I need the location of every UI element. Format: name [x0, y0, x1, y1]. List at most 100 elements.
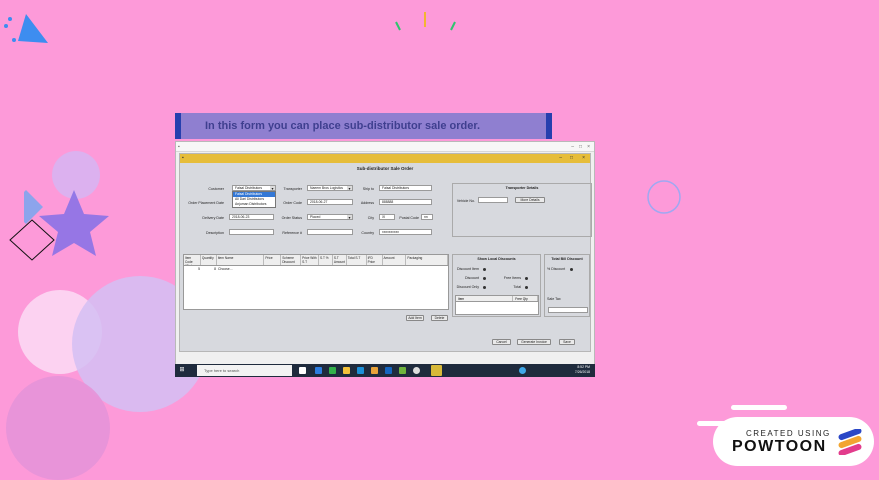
table-cell[interactable]: Choose...: [217, 266, 265, 272]
description-label: Description: [206, 231, 224, 235]
address-field[interactable]: 888888: [379, 199, 432, 205]
free-items-table: Item Free Qty: [455, 295, 539, 315]
diamond-decoration: [8, 218, 58, 262]
table-header-cell: Quantity: [201, 255, 217, 265]
description-field[interactable]: [229, 229, 274, 235]
table-header-cell: Item: [456, 296, 514, 301]
table-header-cell: Free Qty: [513, 296, 538, 301]
app-icon[interactable]: [399, 367, 406, 374]
chrome-icon[interactable]: [329, 367, 336, 374]
order-code-label: Order Code: [283, 201, 302, 205]
windows-start-icon[interactable]: ⊞: [178, 366, 186, 375]
form-close-icon[interactable]: ×: [582, 155, 585, 161]
file-explorer-icon[interactable]: [343, 367, 350, 374]
add-item-button[interactable]: Add Item: [406, 315, 424, 321]
order-items-table: Item Code (Qty) Quantity Item Name Price…: [183, 254, 449, 310]
java-app-icon[interactable]: [431, 365, 442, 376]
ring-decoration: [646, 179, 682, 215]
form-icon: ▪: [182, 155, 184, 161]
address-label: Address: [360, 201, 374, 205]
customer-option[interactable]: Anjuman Distributors: [233, 202, 275, 207]
city-label: City: [367, 216, 374, 220]
table-header-cell: Item Code (Qty): [184, 255, 201, 265]
total-radio[interactable]: [525, 286, 528, 289]
maximize-icon[interactable]: □: [579, 144, 582, 150]
discount-option-radio[interactable]: [483, 277, 486, 280]
table-cell[interactable]: 8: [201, 266, 217, 272]
table-header-cell: S.T Amount: [333, 255, 347, 265]
more-details-button[interactable]: More Details: [515, 197, 545, 203]
percent-discount-label: % Discount: [547, 267, 566, 271]
firefox-icon[interactable]: [371, 367, 378, 374]
sale-order-form: ▪ – □ × Sub-distributor Sale Order Custo…: [179, 153, 592, 352]
transporter-details-group: Transporter Details Vehicle No. More Det…: [452, 183, 592, 237]
ship-to-field[interactable]: Faisal Distributors: [379, 185, 432, 191]
taskbar: ⊞ Type here to search 8:52 PM 7/26/2018: [175, 364, 595, 377]
dots-decoration: [2, 14, 22, 44]
save-button[interactable]: Save: [559, 339, 575, 345]
close-icon[interactable]: ×: [587, 144, 590, 150]
table-row[interactable]: 5 8 Choose...: [184, 266, 448, 272]
order-status-select[interactable]: Placed: [307, 214, 353, 220]
app-window: ▪ – □ × ▪ – □ × Sub-distributor Sale Ord…: [175, 141, 595, 377]
generate-invoice-button[interactable]: Generate Invoice: [517, 339, 551, 345]
vehicle-no-field[interactable]: [478, 197, 508, 203]
settings-icon[interactable]: [413, 367, 420, 374]
table-header-cell: Packaging: [406, 255, 449, 265]
table-header-cell: Amount: [383, 255, 407, 265]
free-items-radio[interactable]: [525, 277, 528, 280]
form-title: Sub-distributor Sale Order: [356, 166, 414, 171]
form-minimize-icon[interactable]: –: [559, 155, 562, 161]
task-view-icon[interactable]: [299, 367, 306, 374]
local-discounts-title: Show Local Discounts: [477, 257, 516, 261]
powtoon-badge[interactable]: CREATED USING POWTOON: [713, 417, 874, 466]
table-header-cell: Scheme Discount: [281, 255, 302, 265]
delete-button[interactable]: Delete: [431, 315, 448, 321]
streak-decoration: [731, 405, 787, 410]
discount-option-radio[interactable]: [483, 286, 486, 289]
table-header-cell: Total S.T: [347, 255, 367, 265]
form-title-bar: ▪ – □ ×: [180, 154, 590, 163]
table-header-cell: Item Name: [217, 255, 265, 265]
transporter-select[interactable]: Naeem Bros Logistics: [307, 185, 353, 191]
discount-option-label: Discount: [465, 276, 479, 280]
reference-label: Reference #: [282, 231, 302, 235]
form-restore-icon[interactable]: □: [570, 155, 573, 161]
reference-field[interactable]: [307, 229, 353, 235]
store-icon[interactable]: [357, 367, 364, 374]
country-label: Country: [361, 231, 374, 235]
postal-code-field[interactable]: nn: [421, 214, 433, 220]
free-items-label: Free Items: [503, 276, 521, 280]
vehicle-no-label: Vehicle No.: [456, 199, 475, 203]
total-label: Total: [513, 285, 521, 289]
transporter-details-title: Transporter Details: [505, 186, 539, 190]
order-placement-date-label: Order Placement Date: [188, 201, 224, 205]
percent-discount-radio[interactable]: [570, 268, 573, 271]
cancel-button[interactable]: Cancel: [492, 339, 511, 345]
caption-banner: In this form you can place sub-distribut…: [175, 113, 552, 139]
taskbar-search-input[interactable]: Type here to search: [197, 365, 292, 376]
app-icon: ▪: [178, 144, 180, 150]
sale-tax-field[interactable]: [548, 307, 588, 313]
powtoon-logo-icon: [838, 429, 862, 455]
order-status-label: Order Status: [281, 216, 302, 220]
minimize-icon[interactable]: –: [571, 144, 574, 150]
delivery-date-field[interactable]: 2018-06-23: [229, 214, 274, 220]
powtoon-wordmark: POWTOON: [732, 438, 827, 455]
bill-discount-group: Total Bill Discount % Discount Sale Tax: [544, 254, 590, 317]
edge-icon[interactable]: [315, 367, 322, 374]
order-code-field[interactable]: 2018-06-27: [307, 199, 353, 205]
country-field[interactable]: xxxxxxxxxx: [379, 229, 432, 235]
system-tray-clock[interactable]: 8:52 PM 7/26/2018: [575, 365, 590, 375]
discount-option-radio[interactable]: [483, 268, 486, 271]
word-icon[interactable]: [385, 367, 392, 374]
delivery-date-label: Delivery Date: [202, 216, 224, 220]
table-header-cell: IFD Price: [367, 255, 383, 265]
table-header: Item Code (Qty) Quantity Item Name Price…: [184, 255, 449, 266]
created-using-text: CREATED USING: [746, 429, 831, 438]
network-icon[interactable]: [519, 367, 526, 374]
table-header-cell: Price With S.T: [301, 255, 319, 265]
sale-tax-label: Sale Tax: [547, 297, 561, 301]
discount-option-label: Discount Item: [457, 267, 479, 271]
table-cell[interactable]: 5: [184, 266, 201, 272]
